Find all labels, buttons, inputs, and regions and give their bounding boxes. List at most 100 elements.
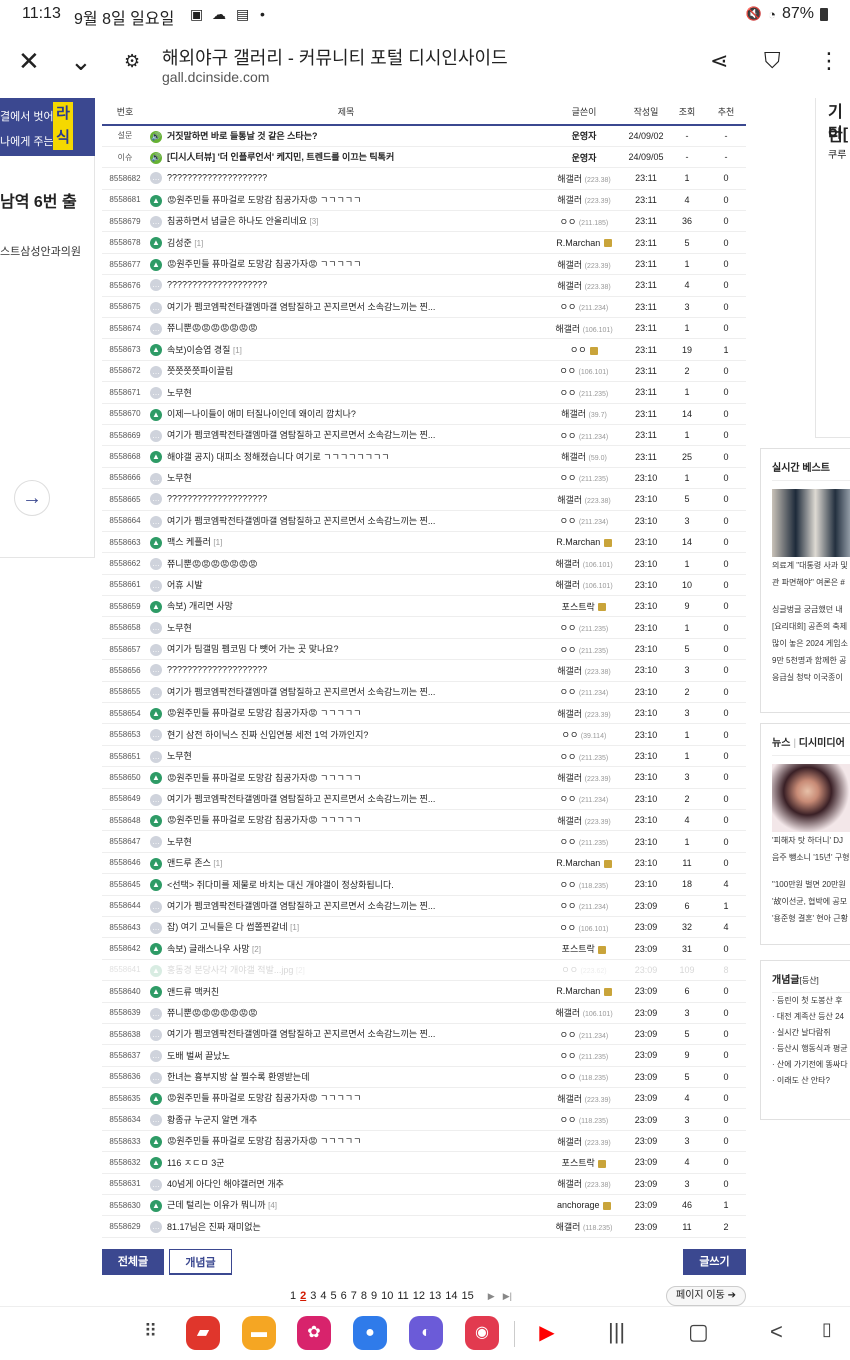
post-title[interactable]: 여기가 펨코엠팍전타갤엠마갤 염탐질하고 꼰지르면서 소속감느끼는 찐... (167, 430, 435, 440)
post-writer[interactable]: R.Marchan (544, 980, 624, 1003)
post-title-cell[interactable]: ▲ 홍동경 본당사각 개야갤 적발...jpg [2] (148, 959, 544, 982)
writer-nick[interactable]: ㅇㅇ (560, 1072, 577, 1082)
flower-app-icon[interactable]: ✿ (297, 1316, 331, 1350)
post-title-cell[interactable]: ▲ 속보) 개리면 사망 (148, 595, 544, 618)
last-page-icon[interactable]: ▶| (503, 1291, 512, 1302)
post-writer[interactable]: 포스트락 (544, 1151, 624, 1174)
writer-nick[interactable]: ㅇㅇ (560, 752, 577, 762)
reply-count[interactable]: [2] (252, 945, 261, 954)
table-row[interactable]: 8558670 ▲ 이제ㅡ나이들이 애미 터질나이인데 왜이리 깝치나? 해갤러 (… (102, 403, 746, 425)
post-writer[interactable]: 해갤러 (223.39) (544, 1087, 624, 1110)
post-title[interactable]: 앤드류 맥커친 (167, 987, 219, 997)
table-row[interactable]: 8558644… 여기가 펨코엠팍전타갤엠마갤 염탐질하고 꼰지르면서 소속감느끼… (102, 895, 746, 917)
reply-count[interactable]: [3] (310, 217, 319, 226)
post-title-cell[interactable]: ▲ 😡원주민들 퓨마걸로 도망감 침공가자😡 ㄱㄱㄱㄱㄱ (148, 189, 544, 212)
table-row[interactable]: 8558677 ▲ 😡원주민들 퓨마걸로 도망감 침공가자😡 ㄱㄱㄱㄱㄱ 해갤러 (… (102, 253, 746, 276)
page-link[interactable]: 4 (320, 1290, 326, 1302)
post-writer[interactable]: 해갤러 (223.38) (544, 274, 624, 297)
writer-nick[interactable]: 해갤러 (557, 1179, 582, 1189)
writer-nick[interactable]: ㅇㅇ (560, 623, 577, 633)
post-title-cell[interactable]: 🔊 [디시人터뷰] '더 인플루언서' 케지민, 트렌드를 이끄는 틱톡커 (148, 146, 544, 169)
post-title[interactable]: 한녀는 흉부지방 살 찔수록 환영받는데 (167, 1072, 309, 1082)
post-title[interactable]: 해야갤 공지) 대피소 정해졌습니다 여기로 ㄱㄱㄱㄱㄱㄱㄱㄱ (167, 452, 390, 462)
writer-nick[interactable]: 해갤러 (561, 409, 586, 419)
post-writer[interactable]: 해갤러 (223.38) (544, 659, 624, 682)
reply-count[interactable]: [1] (213, 538, 222, 547)
post-title-cell[interactable]: … 여기가 펨코엠팍전타갤엠마갤 염탐질하고 꼰지르면서 소속감느끼는 찐... (148, 788, 544, 811)
table-row[interactable]: 설문 🔊 거짓말하면 바로 들통날 것 같은 스타는? 운영자 24/09/02- - (102, 125, 746, 147)
writer-nick[interactable]: 해갤러 (555, 559, 580, 569)
post-writer[interactable]: 포스트락 (544, 937, 624, 960)
writer-nick[interactable]: R.Marchan (556, 986, 600, 996)
post-writer[interactable]: 해갤러 (106.101) (544, 574, 624, 597)
goto-page-button[interactable]: 페이지 이동 ➔ (666, 1286, 746, 1306)
writer-nick[interactable]: R.Marchan (556, 238, 600, 248)
site-settings-icon[interactable]: ⚙ (124, 52, 140, 70)
table-row[interactable]: 8558671… 노무현 ㅇㅇ (211.235) 23:11 1 0 (102, 381, 746, 404)
table-row[interactable]: 8558637… 도배 벌써 끝났노 ㅇㅇ (211.235) 23:09 9 0 (102, 1044, 746, 1067)
page-link[interactable]: 15 (462, 1290, 474, 1302)
page-link[interactable]: 12 (413, 1290, 425, 1302)
post-writer[interactable]: ㅇㅇ (39.114) (544, 723, 624, 746)
page-link[interactable]: 9 (371, 1290, 377, 1302)
post-title-cell[interactable]: ▲ 해야갤 공지) 대피소 정해졌습니다 여기로 ㄱㄱㄱㄱㄱㄱㄱㄱ (148, 445, 544, 468)
post-writer[interactable]: 포스트락 (544, 595, 624, 618)
post-title-cell[interactable]: ▲ <선택> 쥐다미를 제물로 바치는 대신 개야갤이 정상화됩니다. (148, 873, 544, 896)
back-icon[interactable]: < (770, 1319, 783, 1345)
concept-post-link[interactable]: · 등산시 행동식과 평균 (772, 1041, 850, 1057)
page-link[interactable]: 2 (300, 1290, 306, 1302)
table-row[interactable]: 8558656…???????????????????? 해갤러 (223.38… (102, 659, 746, 682)
more-menu-icon[interactable]: ⋮ (818, 50, 840, 72)
writer-nick[interactable]: ㅇㅇ (560, 431, 577, 441)
table-row[interactable]: 8558650 ▲ 😡원주민들 퓨마걸로 도망감 침공가자😡 ㄱㄱㄱㄱㄱ 해갤러 (… (102, 766, 746, 789)
post-writer[interactable]: ㅇㅇ (211.185) (544, 210, 624, 233)
writer-nick[interactable]: ㅇㅇ (560, 473, 577, 483)
post-title-cell[interactable]: … 여기가 펨코엠팍전타갤엠마갤 염탐질하고 꼰지르면서 소속감느끼는 찐... (148, 895, 544, 917)
post-writer[interactable]: ㅇㅇ (106.101) (544, 916, 624, 939)
post-title[interactable]: 도배 벌써 끝났노 (167, 1051, 230, 1061)
post-title-cell[interactable]: … 잡) 여기 고닉들은 다 썹쫄찐같네 [1] (148, 916, 544, 939)
table-row[interactable]: 8558638… 여기가 펨코엠팍전타갤엠마갤 염탐질하고 꼰지르면서 소속감느끼… (102, 1023, 746, 1046)
page-link[interactable]: 1 (290, 1290, 296, 1302)
table-row[interactable]: 8558645 ▲ <선택> 쥐다미를 제물로 바치는 대신 개야갤이 정상화됩니다… (102, 873, 746, 896)
post-title[interactable]: 여기가 펨코엠팍전타갤엠마갤 염탐질하고 꼰지르면서 소속감느끼는 찐... (167, 516, 435, 526)
table-row[interactable]: 8558678 ▲ 김성준 [1] R.Marchan 23:11 5 0 (102, 231, 746, 254)
writer-nick[interactable]: ㅇㅇ (560, 645, 577, 655)
post-title-cell[interactable]: ▲ 😡원주민들 퓨마걸로 도망감 침공가자😡 ㄱㄱㄱㄱㄱ (148, 1087, 544, 1110)
post-title-cell[interactable]: ▲ 근데 털리는 이유가 뭐니까 [4] (148, 1194, 544, 1217)
writer-nick[interactable]: ㅇㅇ (561, 965, 578, 975)
table-row[interactable]: 8558643… 잡) 여기 고닉들은 다 썹쫄찐같네 [1] ㅇㅇ (106.10… (102, 916, 746, 939)
writer-nick[interactable]: 해갤러 (557, 281, 582, 291)
post-title-cell[interactable]: … 쮸니뿐😡😡😡😡😡😡😡 (148, 1002, 544, 1024)
recents-icon[interactable]: ||| (608, 1319, 625, 1345)
post-title[interactable]: 속보)이승엽 경질 (167, 345, 230, 355)
table-row[interactable]: 8558641 ▲ 홍동경 본당사각 개야갤 적발...jpg [2] ㅇㅇ (223… (102, 959, 746, 982)
page-link[interactable]: 11 (397, 1290, 408, 1302)
close-icon[interactable]: ✕ (18, 48, 40, 74)
writer-nick[interactable]: 해갤러 (557, 773, 582, 783)
writer-nick[interactable]: 운영자 (572, 131, 597, 141)
writer-nick[interactable]: ㅇㅇ (559, 366, 576, 376)
post-writer[interactable]: 해갤러 (223.39) (544, 1130, 624, 1153)
page-link[interactable]: 5 (331, 1290, 337, 1302)
arrow-right-icon[interactable]: → (14, 480, 50, 516)
table-row[interactable]: 8558674… 쮸니뿐😡😡😡😡😡😡😡 해갤러 (106.101) 23:11 1 0 (102, 317, 746, 340)
table-row[interactable]: 8558649… 여기가 펨코엠팍전타갤엠마갤 염탐질하고 꼰지르면서 소속감느끼… (102, 788, 746, 811)
reply-count[interactable]: [1] (290, 923, 299, 932)
post-title[interactable]: 근데 털리는 이유가 뭐니까 (167, 1200, 266, 1210)
table-row[interactable]: 8558658… 노무현 ㅇㅇ (211.235) 23:10 1 0 (102, 616, 746, 639)
post-title[interactable]: 😡원주민들 퓨마걸로 도망감 침공가자😡 ㄱㄱㄱㄱㄱ (167, 1136, 361, 1146)
post-writer[interactable]: ㅇㅇ (211.234) (544, 424, 624, 447)
post-title-cell[interactable]: …???????????????????? (148, 274, 544, 297)
notes-app-icon[interactable]: ▰ (186, 1316, 220, 1350)
table-row[interactable]: 8558682…???????????????????? 해갤러 (223.38… (102, 167, 746, 190)
post-title-cell[interactable]: … 40넘게 아다인 해야갤러면 개추 (148, 1173, 544, 1196)
writer-nick[interactable]: R.Marchan (556, 858, 600, 868)
page-link[interactable]: 14 (445, 1290, 457, 1302)
page-link[interactable]: 10 (381, 1290, 393, 1302)
table-row[interactable]: 8558630 ▲ 근데 털리는 이유가 뭐니까 [4] anchorage 23:0… (102, 1194, 746, 1217)
camera-app-icon[interactable]: ◉ (465, 1316, 499, 1350)
post-title-cell[interactable]: … 황종규 누군지 알면 개추 (148, 1108, 544, 1131)
writer-nick[interactable]: 해갤러 (555, 324, 580, 334)
best-thumbnail[interactable] (772, 489, 850, 557)
